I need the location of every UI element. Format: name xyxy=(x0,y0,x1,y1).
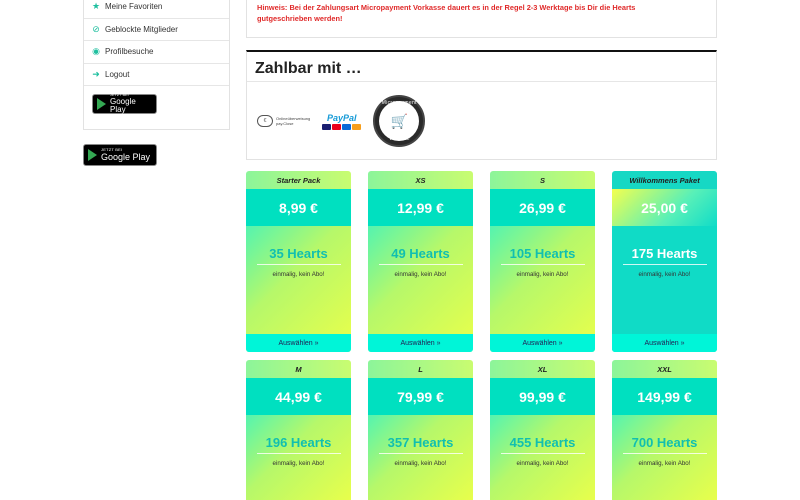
package-name: XS xyxy=(368,171,473,189)
select-button[interactable]: Auswählen » xyxy=(612,334,717,352)
google-play-icon xyxy=(88,149,97,161)
notice-line-2: gutgeschrieben werden! xyxy=(257,14,343,23)
onlineueberweisung-sublabel: pay.Close xyxy=(276,121,294,126)
package-note: einmalig, kein Abo! xyxy=(516,271,569,278)
sidebar-item-blocked-members[interactable]: ⊘ Geblockte Mitglieder xyxy=(84,19,229,41)
package-card: S 26,99 € 105 Hearts einmalig, kein Abo!… xyxy=(490,171,595,352)
mastercard-icon xyxy=(332,123,342,130)
sidebar-item-profile-visits[interactable]: ◉ Profilbesuche xyxy=(84,41,229,64)
google-play-big-text: Google Play xyxy=(110,97,136,115)
package-price: 26,99 € xyxy=(490,189,595,226)
package-card-welcome: Willkommens Paket 25,00 € 175 Hearts ein… xyxy=(612,171,717,352)
micropayment-vorkasse-logo: Micropayment 🛒 Vorkasse xyxy=(373,95,426,147)
package-hearts: 105 Hearts xyxy=(509,246,576,261)
package-card: XL 99,99 € 455 Hearts einmalig, kein Abo… xyxy=(490,360,595,500)
google-play-big-text: Google Play xyxy=(101,152,151,162)
package-card: XS 12,99 € 49 Hearts einmalig, kein Abo!… xyxy=(368,171,473,352)
divider xyxy=(500,453,585,454)
shopping-cart-icon: 🛒 xyxy=(390,112,408,129)
google-play-badge[interactable]: JETZT BEI Google Play xyxy=(92,93,157,115)
package-hearts: 196 Hearts xyxy=(265,435,332,450)
payment-methods-box: Zahlbar mit … € Onlineüberweisung pay.Cl… xyxy=(246,50,717,160)
paypal-pay: Pay xyxy=(326,112,343,123)
google-play-outer-container: JETZT BEI Google Play xyxy=(83,144,157,166)
package-price: 44,99 € xyxy=(246,378,351,415)
sidebar-item-favorites[interactable]: ★ Meine Favoriten xyxy=(84,0,229,19)
paypal-pal: Pal xyxy=(343,112,357,123)
card-icons xyxy=(322,123,362,130)
divider xyxy=(378,453,463,454)
divider xyxy=(622,453,707,454)
package-hearts: 175 Hearts xyxy=(631,246,698,261)
package-note: einmalig, kein Abo! xyxy=(516,460,569,467)
package-name: L xyxy=(368,360,473,378)
star-icon: ★ xyxy=(91,1,101,12)
vorkasse-top-text: Micropayment xyxy=(381,100,417,106)
package-name: XXL xyxy=(612,360,717,378)
page: ★ Meine Favoriten ⊘ Geblockte Mitglieder… xyxy=(0,0,800,500)
eye-icon: ◉ xyxy=(92,46,100,57)
sidebar-menu: ★ Meine Favoriten ⊘ Geblockte Mitglieder… xyxy=(83,0,230,130)
divider xyxy=(256,264,341,265)
package-price: 149,99 € xyxy=(612,378,717,415)
notice-line-1: Hinweis: Bei der Zahlungsart Micropaymen… xyxy=(257,3,636,12)
package-hearts: 700 Hearts xyxy=(631,435,698,450)
package-note: einmalig, kein Abo! xyxy=(394,271,447,278)
package-note: einmalig, kein Abo! xyxy=(272,460,325,467)
package-price: 99,99 € xyxy=(490,378,595,415)
google-play-icon xyxy=(97,98,106,110)
divider xyxy=(256,453,341,454)
package-note: einmalig, kein Abo! xyxy=(638,271,691,278)
package-price: 25,00 € xyxy=(612,189,717,226)
select-button[interactable]: Auswählen » xyxy=(490,334,595,352)
package-name: S xyxy=(490,171,595,189)
vorkasse-bottom-text: Vorkasse xyxy=(388,136,410,142)
logout-icon: ➜ xyxy=(92,68,100,79)
sidebar-item-label: Geblockte Mitglieder xyxy=(105,24,178,34)
visa-card-icon xyxy=(322,123,332,130)
onlineueberweisung-icon: € xyxy=(257,115,273,127)
package-note: einmalig, kein Abo! xyxy=(394,460,447,467)
package-card: L 79,99 € 357 Hearts einmalig, kein Abo! xyxy=(368,360,473,500)
package-name: XL xyxy=(490,360,595,378)
sidebar-item-label: Logout xyxy=(105,69,130,79)
select-button[interactable]: Auswählen » xyxy=(246,334,351,352)
select-button[interactable]: Auswählen » xyxy=(368,334,473,352)
sidebar-item-label: Profilbesuche xyxy=(105,47,154,57)
sidebar-item-label: Meine Favoriten xyxy=(105,2,163,12)
google-play-container: JETZT BEI Google Play xyxy=(84,86,229,129)
package-hearts: 49 Hearts xyxy=(391,246,450,261)
package-price: 8,99 € xyxy=(246,189,351,226)
payment-title: Zahlbar mit … xyxy=(247,52,716,82)
package-price: 79,99 € xyxy=(368,378,473,415)
divider xyxy=(622,264,707,265)
package-note: einmalig, kein Abo! xyxy=(638,460,691,467)
onlineueberweisung-logo: € Onlineüberweisung pay.Close xyxy=(257,115,310,127)
package-hearts: 455 Hearts xyxy=(509,435,576,450)
divider xyxy=(500,264,585,265)
paypal-logo: PayPal xyxy=(322,112,362,130)
package-price: 12,99 € xyxy=(368,189,473,226)
discover-card-icon xyxy=(352,123,362,130)
package-name: M xyxy=(246,360,351,378)
payment-logos: € Onlineüberweisung pay.Close PayPal Mic… xyxy=(247,82,716,160)
sidebar-item-logout[interactable]: ➜ Logout xyxy=(84,64,229,86)
package-card: Starter Pack 8,99 € 35 Hearts einmalig, … xyxy=(246,171,351,352)
package-note: einmalig, kein Abo! xyxy=(272,271,325,278)
package-card: XXL 149,99 € 700 Hearts einmalig, kein A… xyxy=(612,360,717,500)
package-name: Willkommens Paket xyxy=(612,171,717,189)
block-icon: ⊘ xyxy=(92,23,100,34)
notice-box: Hinweis: Bei der Zahlungsart Micropaymen… xyxy=(246,0,717,38)
package-card: M 44,99 € 196 Hearts einmalig, kein Abo! xyxy=(246,360,351,500)
amex-card-icon xyxy=(342,123,352,130)
google-play-badge-outer[interactable]: JETZT BEI Google Play xyxy=(83,144,157,166)
divider xyxy=(378,264,463,265)
package-hearts: 357 Hearts xyxy=(387,435,454,450)
package-hearts: 35 Hearts xyxy=(269,246,328,261)
package-name: Starter Pack xyxy=(246,171,351,189)
